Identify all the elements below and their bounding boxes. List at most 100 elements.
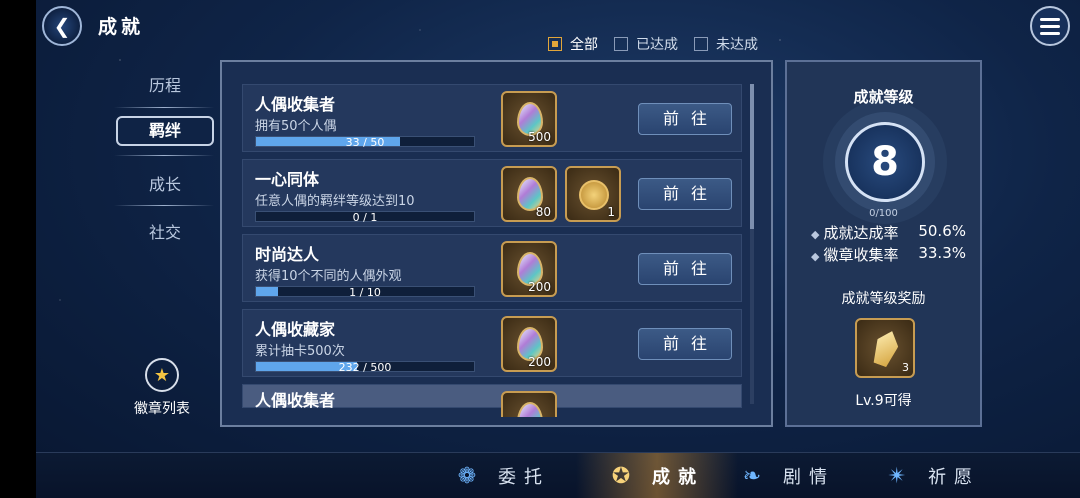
progress-text: 232 / 500 — [338, 361, 392, 374]
left-edge-shade — [0, 0, 36, 498]
level-reward-title: 成就等级奖励 — [841, 291, 926, 307]
progress-bar: 1 / 10 — [255, 286, 475, 299]
crystal-icon — [870, 327, 903, 368]
achievement-row: 人偶收集者 拥有50个人偶 33 / 50 500 前往 — [242, 84, 742, 152]
reward-qty: 3 — [902, 361, 909, 374]
stat-value: 33.3% — [918, 244, 966, 262]
achievement-desc: 获得10个不同的人偶外观 — [255, 269, 402, 284]
nav-item-social[interactable]: 社交 — [110, 219, 220, 243]
reward-qty: 200 — [528, 355, 551, 369]
filter-label: 全部 — [570, 37, 598, 53]
filter-all[interactable]: 全部 — [548, 34, 598, 54]
nav-item-bond[interactable]: 羁绊 — [116, 116, 214, 146]
stat-label: 徽章收集率 — [823, 246, 899, 264]
diamond-icon: ◆ — [811, 228, 820, 241]
achievement-desc: 拥有50个人偶 — [255, 119, 337, 134]
achievement-desc: 累计抽卡500次 — [255, 344, 345, 359]
achievement-desc: 任意人偶的羁绊等级达到10 — [255, 194, 415, 209]
achievement-list[interactable]: 人偶收集者 拥有50个人偶 33 / 50 500 前往 一心同体 任意人偶的羁… — [242, 84, 742, 417]
reward-item[interactable]: 80 — [501, 166, 557, 222]
nav-divider — [114, 205, 214, 206]
reward-item[interactable]: 500 — [501, 91, 557, 147]
back-button[interactable]: ❮ — [42, 6, 82, 46]
badge-star-icon: ★ — [145, 358, 179, 392]
checkbox-icon[interactable] — [614, 37, 628, 51]
achievement-row: 一心同体 任意人偶的羁绊等级达到10 0 / 1 80 1 前往 — [242, 159, 742, 227]
reward-item[interactable] — [501, 391, 557, 417]
stat-value: 50.6% — [918, 222, 966, 240]
filter-completed[interactable]: 已达成 — [614, 34, 678, 54]
stat-completion: ◆ 成就达成率 50.6% — [811, 222, 966, 243]
stat-label: 成就达成率 — [823, 224, 899, 242]
achievement-row: 人偶收集者 — [242, 384, 742, 417]
tab-story[interactable]: ❧ 剧情 — [741, 453, 835, 498]
tab-wish[interactable]: ✴ 祈愿 — [886, 453, 980, 498]
page-title: 成就 — [98, 16, 145, 38]
achievement-title: 人偶收集者 — [255, 95, 336, 114]
filter-label: 未达成 — [716, 37, 758, 53]
tab-label: 成就 — [652, 467, 704, 488]
feather-icon: ❁ — [457, 463, 485, 489]
menu-button[interactable] — [1030, 6, 1070, 46]
level-panel-title: 成就等级 — [853, 88, 914, 106]
checkbox-icon[interactable] — [548, 37, 562, 51]
coin-icon — [579, 180, 609, 210]
nav-item-growth[interactable]: 成长 — [110, 171, 220, 195]
badge-list-button[interactable]: ★ 徽章列表 — [126, 358, 198, 418]
level-reward-item[interactable]: 3 — [855, 318, 915, 378]
reward-qty: 500 — [528, 130, 551, 144]
badge-list-label: 徽章列表 — [134, 401, 190, 417]
star-icon: ✴ — [887, 463, 915, 489]
reward-item[interactable]: 1 — [565, 166, 621, 222]
tab-label: 剧情 — [783, 467, 835, 488]
back-arrow-icon: ❮ — [53, 14, 71, 38]
menu-icon-line — [1040, 17, 1060, 21]
reward-item[interactable]: 200 — [501, 241, 557, 297]
progress-bar: 33 / 50 — [255, 136, 475, 149]
progress-text: 0 / 1 — [352, 211, 378, 224]
achievement-panel: 人偶收集者 拥有50个人偶 33 / 50 500 前往 一心同体 任意人偶的羁… — [220, 60, 773, 427]
wing-icon: ❧ — [742, 463, 770, 489]
progress-text: 1 / 10 — [349, 286, 381, 299]
filter-incomplete[interactable]: 未达成 — [694, 34, 758, 54]
achievement-title: 人偶收藏家 — [255, 320, 336, 339]
menu-icon-line — [1040, 31, 1060, 35]
achievement-row: 时尚达人 获得10个不同的人偶外观 1 / 10 200 前往 — [242, 234, 742, 302]
diamond-icon: ◆ — [811, 250, 820, 263]
filter-bar: 全部 已达成 未达成 — [548, 34, 758, 54]
achievement-title: 时尚达人 — [255, 245, 320, 264]
nav-divider — [114, 155, 214, 156]
level-number: 8 — [871, 139, 899, 185]
go-button[interactable]: 前往 — [638, 103, 732, 135]
tab-label: 祈愿 — [928, 467, 980, 488]
go-button[interactable]: 前往 — [638, 328, 732, 360]
progress-bar: 0 / 1 — [255, 211, 475, 224]
medal-icon: ✪ — [611, 463, 639, 489]
level-exp: 0/100 — [869, 208, 898, 219]
tab-achievement[interactable]: ✪ 成就 — [576, 453, 738, 498]
reward-qty: 80 — [535, 205, 551, 219]
reward-qty: 200 — [528, 280, 551, 294]
filter-label: 已达成 — [636, 37, 678, 53]
level-panel: 成就等级 8 0/100 ◆ 成就达成率 50.6% ◆ 徽章收集率 33.3% 成… — [785, 60, 982, 427]
achievement-row: 人偶收藏家 累计抽卡500次 232 / 500 200 前往 — [242, 309, 742, 377]
tab-label: 委托 — [498, 467, 550, 488]
achievement-title: 一心同体 — [255, 170, 320, 189]
checkbox-icon[interactable] — [694, 37, 708, 51]
reward-item[interactable]: 200 — [501, 316, 557, 372]
go-button[interactable]: 前往 — [638, 178, 732, 210]
nav-item-history[interactable]: 历程 — [110, 72, 220, 96]
list-scrollbar[interactable] — [750, 84, 754, 404]
level-badge: 8 — [845, 122, 925, 202]
stat-badge-collection: ◆ 徽章收集率 33.3% — [811, 244, 966, 265]
bottom-nav: ❁ 委托 ✪ 成就 ❧ 剧情 ✴ 祈愿 — [36, 452, 1080, 498]
nav-divider — [114, 107, 214, 108]
scrollbar-thumb[interactable] — [750, 84, 754, 229]
level-reward-condition: Lv.9可得 — [855, 393, 912, 409]
gem-icon — [517, 402, 543, 417]
progress-text: 33 / 50 — [345, 136, 385, 149]
achievement-title: 人偶收集者 — [255, 391, 336, 410]
go-button[interactable]: 前往 — [638, 253, 732, 285]
progress-bar: 232 / 500 — [255, 361, 475, 374]
tab-commission[interactable]: ❁ 委托 — [456, 453, 550, 498]
